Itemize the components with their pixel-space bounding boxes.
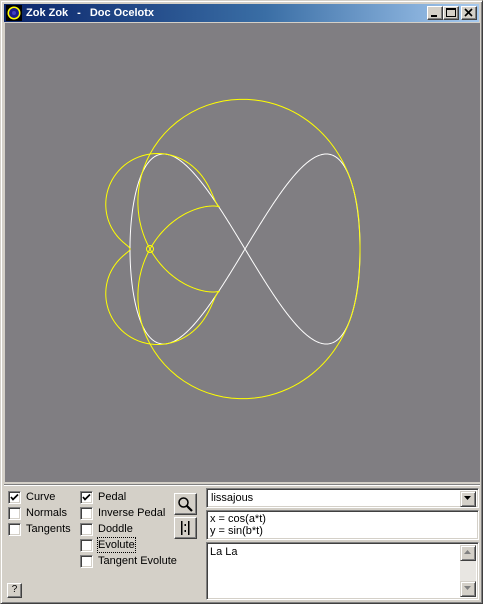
checkbox-label: Inverse Pedal [98,507,166,519]
checkmark-icon [10,493,19,501]
close-button[interactable] [461,6,477,20]
dropdown-button[interactable] [460,491,476,507]
app-window: Zok Zok - Doc Ocelotx Curve Normals Tang… [0,0,483,604]
checkbox-label: Normals [26,507,67,519]
lissajous-curve [129,153,361,345]
panel-divider [4,484,480,486]
notes-textarea[interactable]: La La [206,542,479,600]
split-center-icon [181,521,190,535]
app-logo-icon [6,5,22,21]
formula-y: y = sin(b*t) [210,525,263,537]
formula-x: x = cos(a*t) [210,513,266,525]
title-separator: - [77,7,81,19]
checkbox-label: Evolute [97,537,136,553]
checkbox-label: Pedal [98,491,127,503]
checkmark-icon [82,493,91,501]
scroll-up-button[interactable] [460,545,476,561]
document-name: Doc Ocelotx [89,7,155,19]
minimize-icon [431,15,437,17]
checkbox-box[interactable] [8,507,21,520]
notes-text: La La [210,546,238,558]
maximize-icon [446,8,456,17]
app-name: Zok Zok [26,7,69,19]
checkbox-label: Tangents [26,523,71,535]
checkbox-label: Tangent Evolute [98,555,177,567]
checkbox-box[interactable] [80,555,93,568]
arrow-up-icon [464,550,471,554]
help-label: ? [11,584,18,595]
arrow-down-icon [464,586,471,590]
chevron-down-icon [464,496,471,500]
curve-canvas[interactable] [5,23,480,482]
checkbox-box[interactable] [8,491,21,504]
checkbox-box[interactable] [8,523,21,536]
zoom-button[interactable] [174,493,197,515]
checkbox-label: Doddle [98,523,133,535]
magnifier-icon [178,497,193,512]
pedal-curve [105,98,361,400]
checkbox-label: Curve [26,491,56,503]
center-button[interactable] [174,517,197,539]
notes-scrollbar[interactable] [460,545,476,597]
close-icon [464,8,473,17]
checkbox-box[interactable] [80,491,93,504]
checkbox-box[interactable] [80,507,93,520]
maximize-button[interactable] [443,6,459,20]
scroll-down-button[interactable] [460,581,476,597]
curve-select-value: lissajous [211,492,254,504]
minimize-button[interactable] [427,6,443,20]
checkbox-box[interactable] [80,539,93,552]
window-title: Zok Zok - Doc Ocelotx [26,6,154,20]
formula-field[interactable]: x = cos(a*t) y = sin(b*t) [206,510,479,540]
help-button[interactable]: ? [7,583,22,598]
checkbox-box[interactable] [80,523,93,536]
curve-select[interactable]: lissajous [206,488,479,508]
title-bar[interactable]: Zok Zok - Doc Ocelotx [4,4,479,22]
